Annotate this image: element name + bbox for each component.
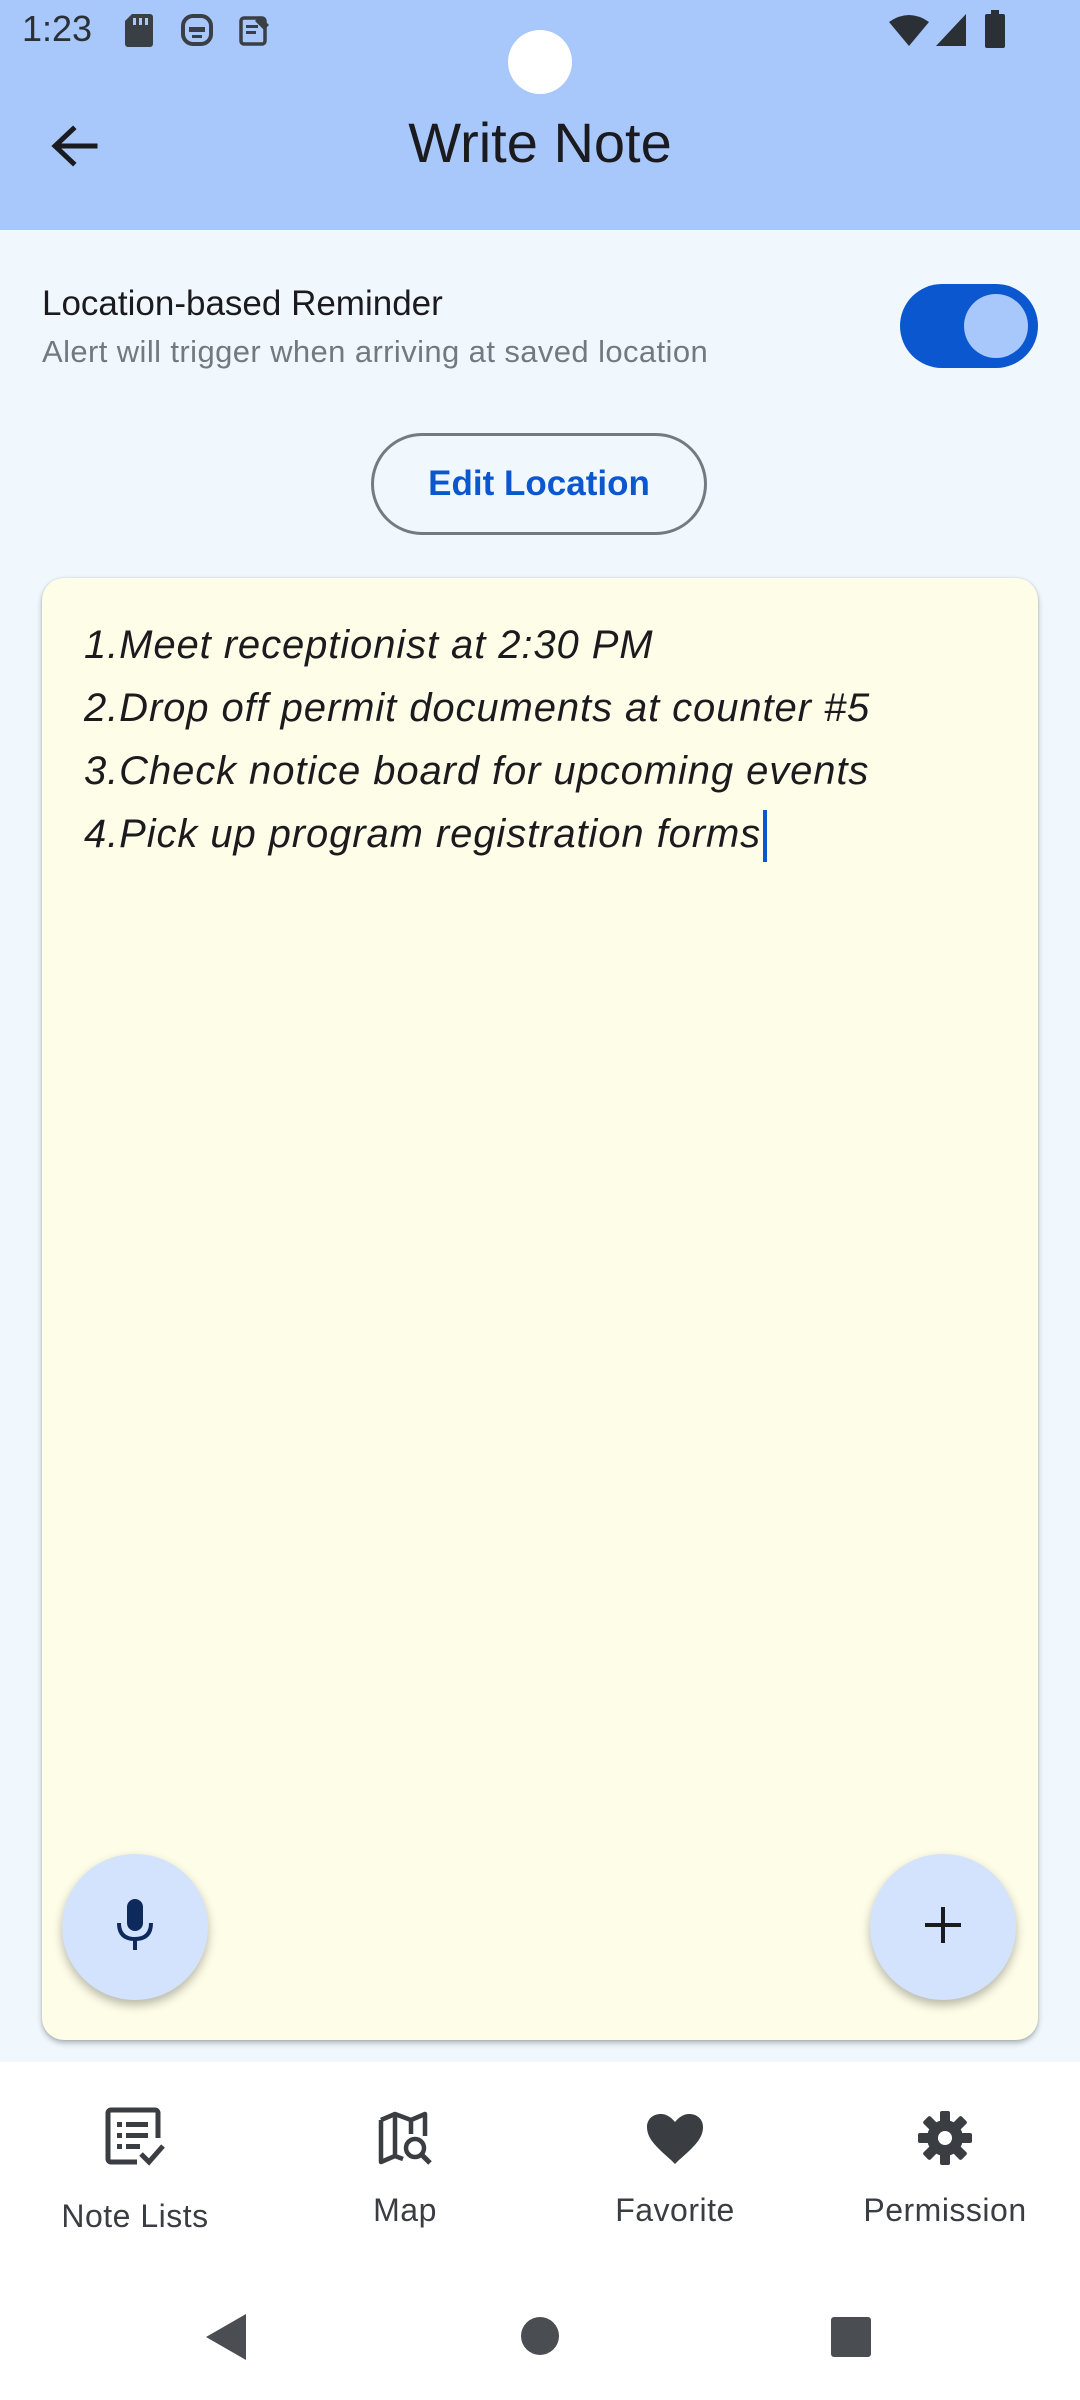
nav-item-note-lists[interactable]: Note Lists	[0, 2062, 270, 2262]
toggle-knob	[964, 294, 1028, 358]
notes-icon	[238, 12, 272, 53]
signal-icon	[934, 12, 968, 53]
note-text-area[interactable]: 1.Meet receptionist at 2:30 PM 2.Drop of…	[84, 614, 1008, 866]
nav-item-favorite[interactable]: Favorite	[540, 2062, 810, 2262]
note-line: 2.Drop off permit documents at counter #…	[84, 686, 871, 730]
note-line: 4.Pick up program registration forms	[84, 803, 1008, 866]
recents-square-icon[interactable]	[830, 2316, 872, 2363]
nav-label: Permission	[863, 2192, 1027, 2228]
reminder-title: Location-based Reminder	[42, 284, 443, 323]
microphone-icon	[115, 1897, 155, 1958]
gear-icon	[810, 2110, 1080, 2166]
note-line: 1.Meet receptionist at 2:30 PM	[84, 623, 654, 667]
voice-input-button[interactable]	[62, 1854, 208, 2000]
nav-label: Note Lists	[61, 2198, 209, 2234]
note-card[interactable]: 1.Meet receptionist at 2:30 PM 2.Drop of…	[42, 578, 1038, 2040]
nav-item-map[interactable]: Map	[270, 2062, 540, 2262]
home-circle-icon[interactable]	[520, 2316, 560, 2361]
heart-icon	[540, 2112, 810, 2166]
add-button[interactable]	[870, 1854, 1016, 2000]
top-app-bar: 1:23 Write Note	[0, 0, 1080, 230]
text-cursor	[763, 810, 768, 863]
status-time: 1:23	[22, 8, 93, 49]
nav-label: Map	[373, 2192, 437, 2228]
map-search-icon	[270, 2110, 540, 2166]
back-triangle-icon[interactable]	[204, 2312, 248, 2367]
sd-card-icon	[124, 12, 154, 53]
camera-cutout	[508, 30, 572, 94]
nav-item-permission[interactable]: Permission	[810, 2062, 1080, 2262]
bottom-navigation: Note Lists Map Favorite Permission	[0, 2062, 1080, 2262]
plus-icon	[923, 1905, 963, 1950]
wifi-icon	[888, 14, 930, 53]
system-navigation-bar	[0, 2262, 1080, 2400]
note-line: 3.Check notice board for upcoming events	[84, 749, 870, 793]
page-title: Write Note	[408, 111, 672, 174]
nav-label: Favorite	[615, 2192, 735, 2228]
location-reminder-toggle[interactable]	[900, 284, 1038, 368]
battery-icon	[984, 10, 1006, 55]
edit-location-button[interactable]: Edit Location	[371, 433, 707, 535]
reminder-subtitle: Alert will trigger when arriving at save…	[42, 334, 709, 369]
assistant-icon	[180, 12, 214, 53]
note-list-icon	[0, 2106, 270, 2170]
